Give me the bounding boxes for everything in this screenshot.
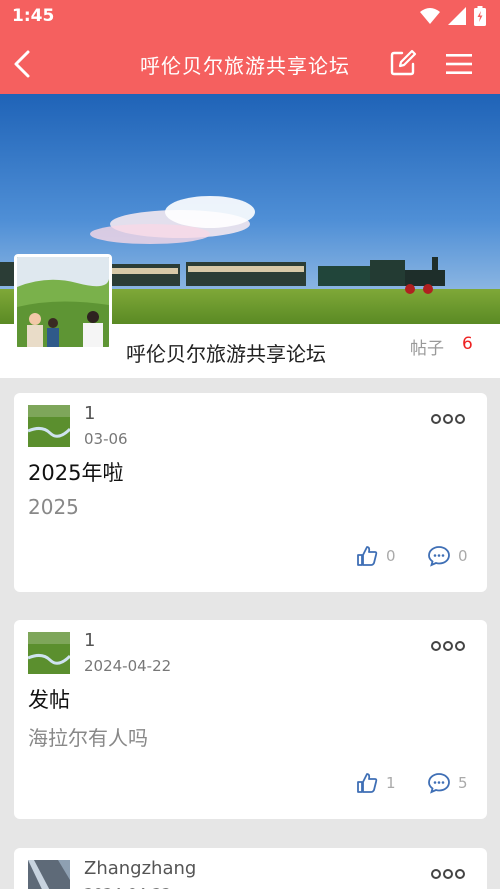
like-button[interactable]: 1	[356, 772, 396, 794]
thumb-up-icon	[357, 773, 378, 793]
post-body: 海拉尔有人吗	[28, 726, 148, 750]
thumb-up-icon	[357, 546, 378, 566]
comment-icon	[428, 773, 450, 794]
more-icon[interactable]	[430, 413, 466, 425]
menu-icon[interactable]	[444, 50, 474, 78]
comment-count: 5	[458, 774, 468, 792]
post-card[interactable]: Zhangzhang 2024-04-22	[14, 848, 487, 889]
post-title: 发帖	[28, 688, 70, 712]
comment-count: 0	[458, 547, 468, 565]
more-icon[interactable]	[430, 868, 466, 880]
forum-name: 呼伦贝尔旅游共享论坛	[126, 342, 326, 366]
app-bar: 呼伦贝尔旅游共享论坛	[0, 34, 500, 94]
post-title: 2025年啦	[28, 461, 124, 485]
like-count: 1	[386, 774, 396, 792]
status-time: 1:45	[12, 6, 55, 26]
post-body: 2025	[28, 495, 79, 519]
more-icon[interactable]	[430, 640, 466, 652]
status-bar: 1:45	[0, 0, 500, 34]
post-date: 2024-04-22	[84, 657, 172, 675]
post-card[interactable]: 1 03-06 2025年啦 2025 0 0	[14, 393, 487, 592]
post-author: Zhangzhang	[84, 858, 197, 879]
author-avatar[interactable]	[28, 632, 70, 674]
back-arrow-icon[interactable]	[8, 46, 44, 82]
author-avatar[interactable]	[28, 860, 70, 889]
comment-icon	[428, 546, 450, 567]
post-count-label: 帖子	[410, 339, 444, 359]
post-author: 1	[84, 630, 96, 651]
forum-avatar	[14, 254, 112, 350]
post-date: 2024-04-22	[84, 885, 171, 889]
like-count: 0	[386, 547, 396, 565]
edit-icon[interactable]	[388, 48, 418, 78]
page-title: 呼伦贝尔旅游共享论坛	[140, 54, 350, 78]
signal-icon	[448, 7, 466, 25]
comment-button[interactable]: 0	[428, 545, 468, 567]
post-date: 03-06	[84, 430, 128, 448]
wifi-icon	[420, 8, 440, 24]
post-card[interactable]: 1 2024-04-22 发帖 海拉尔有人吗 1 5	[14, 620, 487, 819]
author-avatar[interactable]	[28, 405, 70, 447]
post-count-value: 6	[462, 334, 473, 354]
post-author: 1	[84, 403, 96, 424]
status-icons	[420, 6, 486, 26]
comment-button[interactable]: 5	[428, 772, 468, 794]
like-button[interactable]: 0	[356, 545, 396, 567]
battery-icon	[474, 6, 486, 26]
